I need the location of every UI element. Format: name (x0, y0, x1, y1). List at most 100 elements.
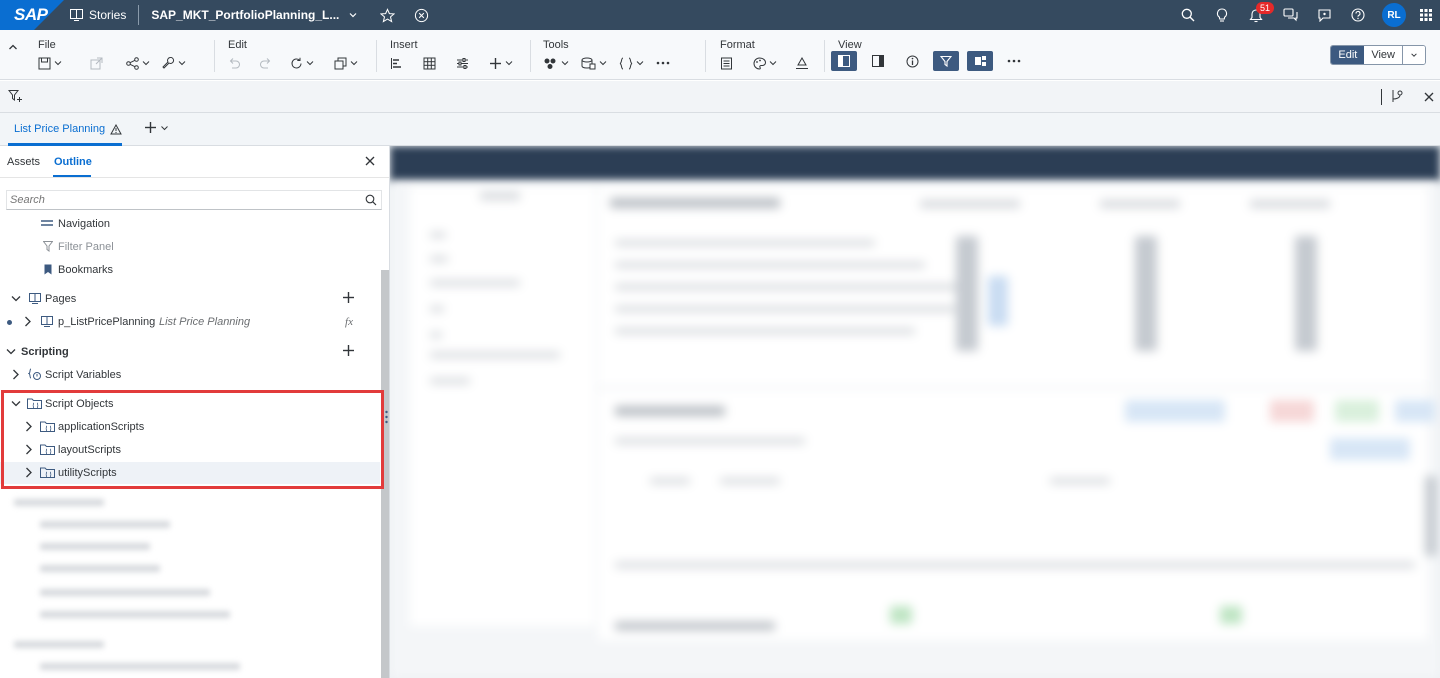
redo-icon[interactable] (259, 57, 272, 69)
outline-item-page[interactable]: p_ListPricePlanning List Price Planning … (0, 311, 380, 333)
outline-item-script-variables[interactable]: Script Variables (0, 364, 380, 386)
insert-add-icon[interactable] (489, 57, 513, 70)
page-tab-bar: List Price Planning (0, 113, 1440, 146)
close-panel-icon[interactable] (365, 155, 375, 169)
undo-icon[interactable] (228, 57, 241, 69)
filter-toggle-button[interactable] (933, 51, 959, 71)
outline-section-label: Scripting (21, 346, 69, 358)
outline-item-bookmarks[interactable]: Bookmarks (0, 259, 380, 281)
palette-icon[interactable] (753, 56, 777, 70)
favorite-star-icon[interactable] (377, 5, 397, 25)
outline-section-scripting[interactable]: Scripting (0, 341, 380, 363)
bookmark-icon (44, 264, 52, 275)
tab-outline[interactable]: Outline (54, 156, 92, 168)
outline-item-script-objects[interactable]: Script Objects (0, 393, 380, 415)
edit-group-label: Edit (228, 39, 247, 51)
add-page-icon[interactable] (343, 292, 354, 303)
chevron-down-icon (1411, 53, 1417, 57)
share-icon[interactable] (126, 56, 150, 70)
predictive-icon[interactable] (543, 57, 569, 70)
add-filter-icon[interactable] (7, 89, 23, 106)
panel-resize-handle[interactable] (385, 410, 388, 424)
fx-icon[interactable]: fx (345, 316, 353, 328)
navigation-icon (41, 219, 53, 227)
outline-item-application-scripts[interactable]: applicationScripts (0, 416, 380, 438)
toolbar-divider (705, 40, 706, 72)
outline-item-filter-panel[interactable]: Filter Panel (0, 236, 380, 258)
chevron-right-icon[interactable] (12, 369, 20, 380)
stories-label: Stories (89, 8, 127, 22)
chevron-down-icon (178, 61, 186, 66)
linked-analysis-icon[interactable] (1390, 89, 1404, 106)
chevron-down-icon[interactable] (11, 295, 21, 303)
chat-icon[interactable] (1280, 5, 1300, 25)
styling-icon[interactable] (720, 57, 733, 70)
css-icon[interactable] (795, 56, 809, 70)
story-title[interactable]: SAP_MKT_PortfolioPlanning_L... (151, 8, 339, 22)
chevron-down-icon (561, 61, 569, 66)
file-group-label: File (38, 39, 56, 51)
tab-assets[interactable]: Assets (7, 156, 40, 168)
stories-icon (70, 9, 83, 21)
refresh-icon[interactable] (290, 57, 314, 70)
chevron-down-icon (769, 61, 777, 66)
page-tab-list-price-planning[interactable]: List Price Planning (14, 123, 122, 135)
right-panel-toggle-button[interactable] (865, 51, 891, 71)
chevron-right-icon[interactable] (25, 444, 33, 455)
outline-section-pages[interactable]: Pages (0, 288, 380, 310)
tools-wrench-icon[interactable] (162, 56, 186, 70)
chevron-down-icon (636, 61, 644, 66)
search-icon[interactable] (1178, 5, 1198, 25)
stories-menu[interactable]: Stories (70, 8, 126, 22)
data-source-icon[interactable] (581, 57, 607, 70)
chevron-right-icon[interactable] (24, 316, 32, 327)
more-icon[interactable] (656, 61, 670, 65)
close-filter-bar-icon[interactable] (1424, 91, 1434, 105)
more-icon[interactable] (1001, 51, 1027, 71)
search-input[interactable] (7, 191, 347, 209)
save-icon[interactable] (38, 57, 62, 70)
outline-item-label: p_ListPricePlanning (58, 316, 156, 328)
view-mode-button[interactable]: View (1364, 46, 1403, 64)
add-page-button[interactable] (144, 121, 169, 134)
script-braces-icon[interactable] (619, 57, 644, 70)
outline-item-navigation[interactable]: Navigation (0, 213, 380, 235)
insert-table-icon[interactable] (423, 57, 436, 70)
outline-toggle-button[interactable] (967, 51, 993, 71)
close-circle-icon[interactable] (411, 5, 431, 25)
outline-scrollbar[interactable] (381, 270, 389, 678)
left-panel-toggle-button[interactable] (831, 51, 857, 71)
chevron-down-icon[interactable] (343, 5, 363, 25)
insert-chart-icon[interactable] (390, 57, 403, 70)
user-avatar[interactable]: RL (1382, 3, 1406, 27)
grid-menu-icon[interactable] (1416, 5, 1436, 25)
add-script-icon[interactable] (343, 345, 354, 356)
outline-item-layout-scripts[interactable]: layoutScripts (0, 439, 380, 461)
script-folder-icon (27, 398, 42, 409)
chevron-right-icon[interactable] (25, 467, 33, 478)
search-icon[interactable] (365, 194, 377, 209)
help-icon[interactable] (1348, 5, 1368, 25)
chevron-down-icon[interactable] (6, 348, 16, 356)
export-icon[interactable] (90, 57, 104, 70)
feedback-icon[interactable] (1314, 5, 1334, 25)
copy-icon[interactable] (334, 57, 358, 70)
lightbulb-icon[interactable] (1212, 5, 1232, 25)
insert-input-control-icon[interactable] (456, 57, 469, 70)
info-icon[interactable] (899, 51, 925, 71)
filter-icon (43, 241, 53, 252)
file-group: File (38, 30, 208, 80)
chevron-right-icon[interactable] (25, 421, 33, 432)
outline-item-utility-scripts[interactable]: utilityScripts (0, 462, 380, 484)
script-object-icon (40, 444, 55, 455)
outline-section-label: Pages (45, 293, 77, 305)
toolbar-divider (376, 40, 377, 72)
edit-mode-button[interactable]: Edit (1331, 46, 1365, 64)
outline-search (6, 190, 382, 210)
sap-logo[interactable]: SAP (0, 0, 64, 30)
bell-icon[interactable]: 51 (1246, 2, 1275, 25)
collapse-toolbar-icon[interactable] (8, 40, 18, 54)
chevron-down-icon[interactable] (11, 400, 21, 408)
main-toolbar: File Edit Insert Tools Format View Edit … (0, 30, 1440, 80)
mode-dropdown-button[interactable] (1403, 46, 1425, 64)
